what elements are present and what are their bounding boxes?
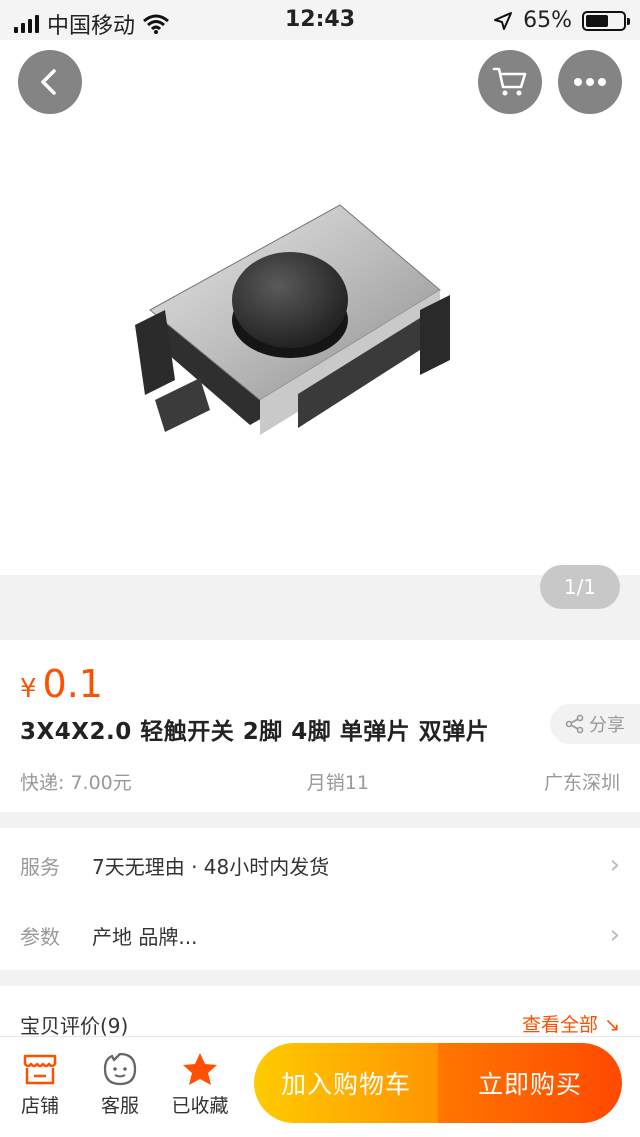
service-card: 服务 7天无理由 · 48小时内发货 › 参数 产地 品牌... › bbox=[0, 828, 640, 970]
price-value: 0.1 bbox=[42, 662, 103, 706]
favorite-button[interactable]: 已收藏 bbox=[160, 1047, 240, 1118]
share-button[interactable]: 分享 bbox=[550, 704, 640, 744]
star-icon bbox=[183, 1053, 217, 1085]
cart-button[interactable] bbox=[478, 50, 542, 114]
share-label: 分享 bbox=[589, 715, 625, 736]
params-label: 参数 bbox=[20, 924, 60, 949]
status-bar: 中国移动 12:43 65% bbox=[0, 0, 640, 40]
view-all-reviews-link[interactable]: 查看全部 ↘ bbox=[522, 1010, 620, 1037]
share-icon bbox=[565, 714, 584, 734]
shipping-fee: 快递: 7.00元 bbox=[20, 772, 132, 794]
product-info-card: ¥ 0.1 3X4X2.0 轻触开关 2脚 4脚 单弹片 双弹片 分享 快递: … bbox=[0, 640, 640, 812]
more-button[interactable] bbox=[558, 50, 622, 114]
ship-from-location: 广东深圳 bbox=[543, 772, 620, 794]
product-title: 3X4X2.0 轻触开关 2脚 4脚 单弹片 双弹片 bbox=[20, 719, 490, 745]
location-arrow-icon bbox=[494, 11, 513, 30]
gallery-footer: 1/1 bbox=[0, 565, 640, 640]
chevron-right-icon: › bbox=[609, 850, 620, 880]
customer-service-button[interactable]: 客服 bbox=[80, 1047, 160, 1118]
product-gallery[interactable] bbox=[0, 40, 640, 575]
chevron-right-icon: › bbox=[609, 920, 620, 950]
product-meta: 快递: 7.00元 月销11 广东深圳 bbox=[20, 768, 620, 795]
customer-service-label: 客服 bbox=[100, 1095, 139, 1117]
more-icon bbox=[574, 78, 606, 86]
add-to-cart-button[interactable]: 加入购物车 bbox=[254, 1043, 438, 1123]
battery-percent: 65% bbox=[523, 8, 572, 33]
monthly-sales: 月销11 bbox=[306, 772, 369, 794]
product-image[interactable] bbox=[120, 160, 480, 460]
price: ¥ 0.1 bbox=[20, 662, 103, 706]
reviews-title: 宝贝评价(9) bbox=[20, 1014, 129, 1038]
service-row[interactable]: 服务 7天无理由 · 48小时内发货 › bbox=[0, 830, 640, 900]
shop-button[interactable]: 店铺 bbox=[0, 1047, 80, 1118]
params-value: 产地 品牌... bbox=[92, 924, 198, 949]
status-right: 65% bbox=[493, 8, 630, 33]
page-indicator: 1/1 bbox=[540, 565, 620, 609]
cart-icon bbox=[492, 67, 527, 96]
shop-label: 店铺 bbox=[20, 1095, 59, 1117]
purchase-buttons: 加入购物车 立即购买 bbox=[254, 1043, 622, 1123]
battery-icon bbox=[582, 10, 630, 31]
currency-symbol: ¥ bbox=[20, 674, 37, 704]
shop-icon bbox=[23, 1054, 57, 1085]
service-value: 7天无理由 · 48小时内发货 bbox=[92, 854, 330, 879]
back-icon bbox=[41, 69, 56, 95]
buy-now-button[interactable]: 立即购买 bbox=[438, 1043, 622, 1123]
back-button[interactable] bbox=[18, 50, 82, 114]
view-all-label: 查看全部 bbox=[522, 1014, 599, 1036]
bottom-action-bar: 店铺 客服 已收藏 加入购物车 立即购买 bbox=[0, 1036, 640, 1137]
favorite-label: 已收藏 bbox=[171, 1095, 229, 1117]
service-label: 服务 bbox=[20, 854, 60, 879]
customer-service-icon bbox=[103, 1052, 137, 1086]
params-row[interactable]: 参数 产地 品牌... › bbox=[0, 900, 640, 970]
